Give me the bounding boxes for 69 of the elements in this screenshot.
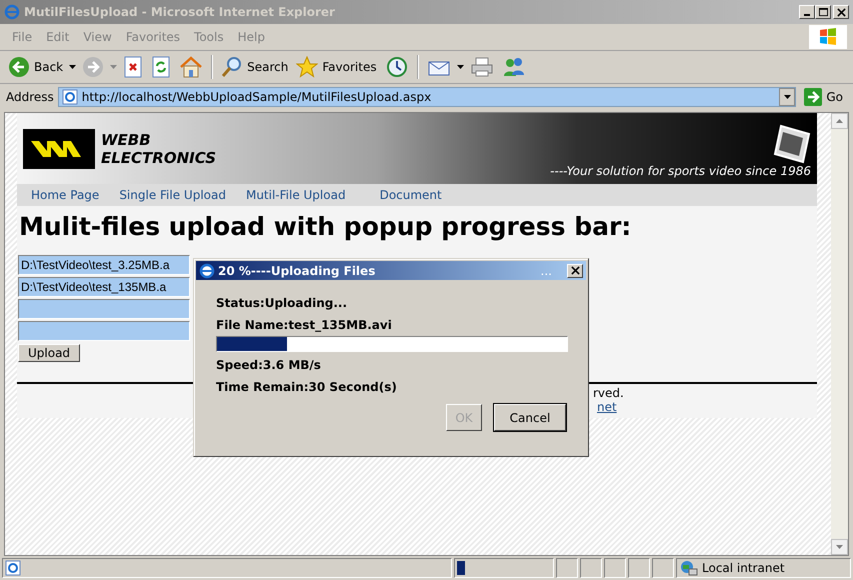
title-ellipsis: ...: [540, 264, 552, 278]
refresh-icon[interactable]: [151, 56, 172, 78]
history-icon[interactable]: [384, 56, 409, 78]
close-button[interactable]: [833, 5, 849, 19]
scroll-up-button[interactable]: [831, 113, 848, 129]
nav-link[interactable]: Single File Upload: [119, 188, 226, 202]
status-panel: [652, 558, 674, 578]
minimize-button[interactable]: [799, 5, 815, 19]
dropdown-button[interactable]: [779, 88, 796, 106]
caret-icon: [784, 95, 791, 99]
nav-link[interactable]: Home Page: [31, 188, 100, 202]
page-icon: [5, 560, 21, 576]
dialog-title: 20 %----Uploading Files: [218, 264, 376, 278]
browser-icon: [4, 4, 20, 20]
scrollbar[interactable]: [831, 113, 848, 555]
globe-computer-icon: [680, 560, 698, 576]
file-name-text: File Name:test_135MB.avi: [216, 317, 393, 334]
logo-text: ELECTRONICS: [101, 148, 216, 166]
people-icon[interactable]: [502, 56, 526, 78]
file-field[interactable]: [18, 299, 190, 319]
scroll-down-button[interactable]: [831, 539, 848, 555]
nav-link[interactable]: Mutil-File Upload: [246, 188, 346, 202]
page-heading: Mulit-files upload with popup progress bar:: [19, 212, 632, 241]
down-arrow-icon: [836, 545, 843, 549]
star-icon: [296, 56, 318, 78]
windows-logo-icon: [809, 25, 847, 49]
up-arrow-icon: [836, 119, 843, 123]
file-field[interactable]: D:\TestVideo\test_3.25MB.a: [18, 255, 190, 275]
close-button[interactable]: [567, 264, 583, 278]
home-icon[interactable]: [179, 56, 204, 78]
logo-icon: [23, 128, 95, 168]
page-icon: [62, 89, 78, 105]
window-title: MutilFilesUpload - Microsoft Internet Explorer: [24, 5, 336, 19]
status-panel: [604, 558, 626, 578]
close-icon: [836, 8, 846, 16]
favorites-button[interactable]: Favorites: [294, 56, 379, 78]
file-field[interactable]: D:\TestVideo\test_135MB.a: [18, 277, 190, 297]
caret-icon[interactable]: [456, 65, 464, 69]
security-zone-text: Local intranet: [702, 561, 785, 575]
search-button[interactable]: Search: [219, 56, 290, 78]
file-field[interactable]: [18, 321, 190, 341]
logo-text: WEBB: [101, 130, 152, 148]
back-button[interactable]: Back: [6, 56, 66, 78]
tagline: ----Your solution for sports video since 1986: [550, 164, 811, 178]
arrow-icon: [804, 88, 822, 106]
monitor-icon: [771, 124, 811, 164]
search-icon: [221, 56, 244, 78]
maximize-icon: [818, 8, 828, 16]
status-panel: [580, 558, 602, 578]
browser-icon: [199, 262, 215, 278]
printer-icon[interactable]: [470, 56, 494, 78]
status-text: Status:Uploading...: [216, 295, 348, 312]
close-icon: [570, 266, 580, 275]
minimize-icon: [804, 14, 810, 16]
status-panel: [628, 558, 650, 578]
footer-text: rved.: [593, 386, 624, 400]
status-panel: [556, 558, 578, 578]
address-label: Address: [6, 90, 54, 104]
nav-link[interactable]: Document: [380, 188, 442, 202]
speed-text: Speed:3.6 MB/s: [216, 357, 322, 374]
maximize-button[interactable]: [815, 5, 831, 19]
upload-button[interactable]: Upload: [18, 344, 80, 362]
go-button[interactable]: Go: [800, 88, 847, 106]
footer-link[interactable]: net: [597, 400, 617, 414]
stop-icon[interactable]: [123, 56, 144, 78]
caret-icon[interactable]: [69, 65, 76, 69]
time-remaining-text: Time Remain:30 Second(s): [216, 379, 398, 396]
cancel-button[interactable]: Cancel: [494, 404, 566, 431]
address-field[interactable]: http://localhost/WebbUploadSample/MutilFilesUpload.aspx: [58, 87, 796, 107]
